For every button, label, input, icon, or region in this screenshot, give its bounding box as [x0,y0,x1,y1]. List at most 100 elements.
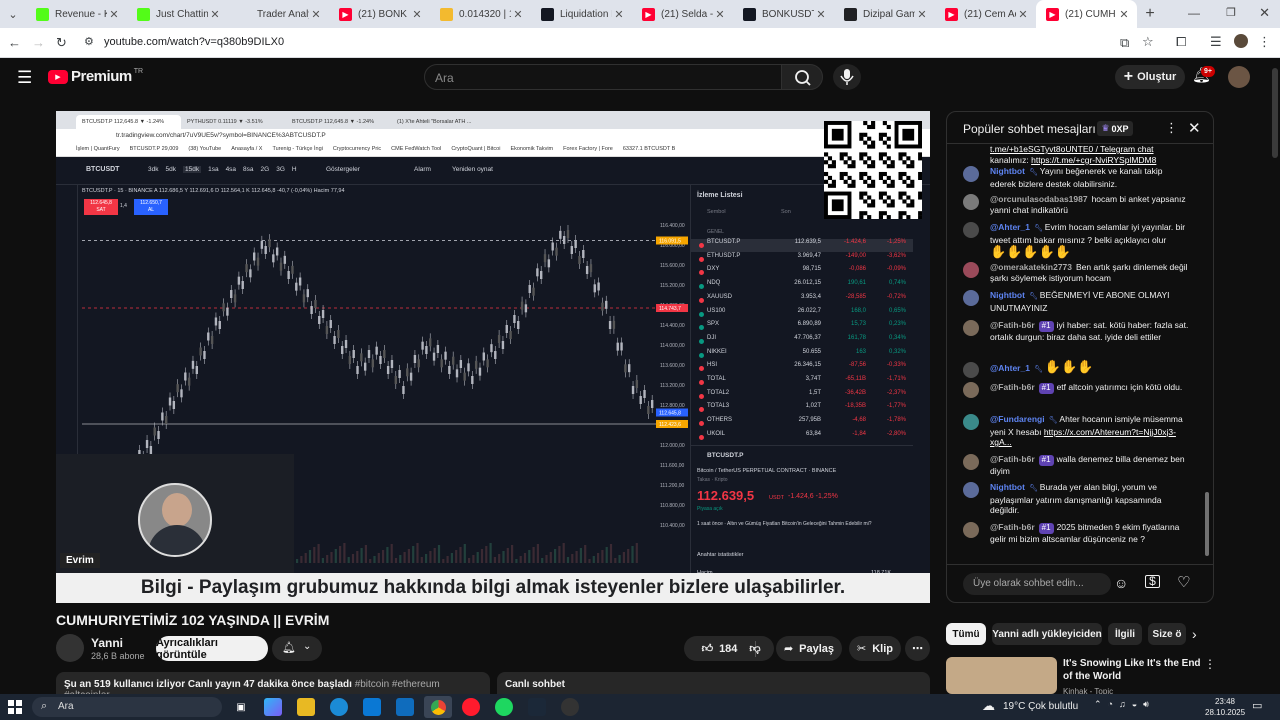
tab-close-icon[interactable]: ✕ [915,8,929,21]
site-info-icon[interactable]: ⚙ [84,35,94,48]
spotify-icon[interactable] [495,698,513,716]
window-close-icon[interactable]: ✕ [1259,5,1270,21]
channel-name[interactable]: Yanni [91,636,123,650]
notification-settings-button[interactable]: 🔔︎ ⌄ [272,636,322,661]
extensions-icon[interactable]: ⧠ [1176,34,1186,50]
chat-avatar[interactable] [963,414,979,430]
heart-icon[interactable]: ♡ [1177,573,1190,591]
browser-menu-icon[interactable]: ⋮ [1258,34,1271,50]
weather-text[interactable]: 19°C Çok bulutlu [1003,701,1078,712]
chip-uploader[interactable]: Yanni adlı yükleyiciden [992,623,1102,645]
url-field[interactable]: youtube.com/watch?v=q380b9DILX0 [104,36,284,48]
back-icon[interactable]: ← [8,35,21,50]
profile-avatar[interactable] [1234,34,1248,48]
opera-icon[interactable] [462,698,480,716]
chat-close-icon[interactable]: ✕ [1188,119,1201,137]
chat-username[interactable]: @Fatih-b6r [990,382,1035,392]
chat-username[interactable]: Nightbot [990,166,1025,176]
chat-username[interactable]: @Ahter_1 [990,222,1030,232]
browser-tab[interactable]: Trader Analysis✕ [228,0,329,28]
clip-button[interactable]: ✂ Klip [849,636,901,661]
new-tab-icon[interactable]: + [1137,5,1163,23]
taskbar-search[interactable]: ⌕ Ara [32,697,222,717]
chat-link[interactable]: https://t.me/+cgr-NviRYSplMDM8 [1031,155,1156,165]
chat-username[interactable]: @omerakatekin2773 [990,262,1072,272]
chat-username[interactable]: @Fatih-b6r [990,320,1035,330]
chat-avatar[interactable] [963,166,979,182]
clock[interactable]: 23:48 28.10.2025 [1205,696,1245,718]
browser-tab[interactable]: ▶ (21) CUMH ✕ [1036,0,1137,28]
menu-icon[interactable]: ☰ [17,68,32,88]
chrome-taskbar-button[interactable] [424,696,452,718]
chat-username[interactable]: @Fatih-b6r [990,454,1035,464]
emoji-icon[interactable]: ☺ [1114,575,1128,591]
windows-start-icon[interactable] [7,698,23,716]
chip-all[interactable]: Tümü [946,623,986,645]
more-actions-button[interactable]: ⋯ [905,636,930,661]
browser-tab[interactable]: Revenue - Kick✕ [26,0,127,28]
store-icon[interactable] [363,698,381,716]
view-perks-button[interactable]: Ayrıcalıkları görüntüle [156,636,268,661]
tab-close-icon[interactable]: ✕ [612,8,626,21]
chat-avatar[interactable] [963,482,979,498]
description-box[interactable]: Şu an 519 kullanıcı izliyor Canlı yayın … [56,672,490,701]
chat-avatar[interactable] [963,362,979,378]
notification-center-icon[interactable]: ▭ [1252,699,1262,712]
restore-icon[interactable]: ❐ [1226,6,1236,19]
voice-search-button[interactable] [833,64,861,90]
tab-close-icon[interactable]: ✕ [107,8,121,21]
edge-icon[interactable] [330,698,348,716]
chat-input[interactable]: Üye olarak sohbet edin... [963,573,1111,595]
tab-close-icon[interactable]: ✕ [309,8,323,21]
chatgpt-icon[interactable] [561,698,579,716]
chat-username[interactable]: @Fundarengi [990,414,1045,424]
browser-tab[interactable]: ▶ (21) Selda - Yo✕ [632,0,733,28]
chat-username[interactable]: @Ahter_1 [990,363,1030,373]
tab-close-icon[interactable]: ✕ [208,8,222,21]
super-chat-icon[interactable]: $ [1145,575,1160,588]
chat-avatar[interactable] [963,222,979,238]
chip-for-you[interactable]: Size ö [1148,623,1186,645]
tab-close-icon[interactable]: ✕ [713,8,727,21]
file-explorer-icon[interactable] [297,698,315,716]
task-view-icon[interactable]: ▣ [232,698,250,716]
page-scrollbar[interactable] [1272,68,1278,158]
browser-tab[interactable]: ▶ (21) Cem Adri✕ [935,0,1036,28]
chat-more-icon[interactable]: ⋮ [1165,120,1178,136]
reading-list-icon[interactable]: ☰ [1210,34,1222,50]
chat-scrollbar[interactable] [1205,492,1209,556]
tab-close-icon[interactable]: ✕ [410,8,424,21]
chat-username[interactable]: Nightbot [990,290,1025,300]
chat-username[interactable]: @Fatih-b6r [990,522,1035,532]
minimize-icon[interactable]: — [1188,6,1200,20]
share-button[interactable]: ➦ Paylaş [776,636,842,661]
tab-close-icon[interactable]: ✕ [814,8,828,21]
system-tray-icons[interactable]: ⌃◔♫◒🔊︎ [1094,699,1155,710]
browser-tab[interactable]: 0.014320 | 100✕ [430,0,531,28]
create-button[interactable]: + Oluştur [1115,65,1185,89]
chat-avatar[interactable] [963,522,979,538]
chat-username[interactable]: Nightbot [990,482,1025,492]
chat-avatar[interactable] [963,382,979,398]
channel-avatar[interactable] [56,634,84,662]
chat-mode-selector[interactable]: Popüler sohbet mesajları ⌄ [963,122,1109,136]
forward-icon[interactable]: → [32,35,45,50]
more-vertical-icon[interactable]: ⋮ [1204,657,1216,671]
chat-avatar[interactable] [963,194,979,210]
search-button[interactable] [781,64,823,90]
video-player[interactable]: BTCUSDT.P 112,645.8 ▼ -1.24% PYTHUSDT 0.1… [56,111,930,603]
account-avatar[interactable] [1228,66,1250,88]
chevron-right-icon[interactable]: › [1192,626,1197,642]
chip-related[interactable]: İlgili [1108,623,1142,645]
copilot-icon[interactable] [264,698,282,716]
browser-tab[interactable]: ▶ (21) BONK Live✕ [329,0,430,28]
install-icon[interactable]: ⧉ [1120,35,1129,51]
browser-tab[interactable]: Just Chatting Streams✕ [127,0,228,28]
tab-search-icon[interactable]: ⌄ [0,0,26,28]
mail-icon[interactable] [396,698,414,716]
dislike-button[interactable]: 👎︎ [740,636,770,661]
youtube-logo[interactable]: ▶ Premium TR [48,68,143,85]
recommended-video[interactable]: It's Snowing Like It's the End of the Wo… [946,657,1216,697]
steam-icon[interactable] [528,698,546,716]
browser-tab[interactable]: Liquidation Heatmap✕ [531,0,632,28]
